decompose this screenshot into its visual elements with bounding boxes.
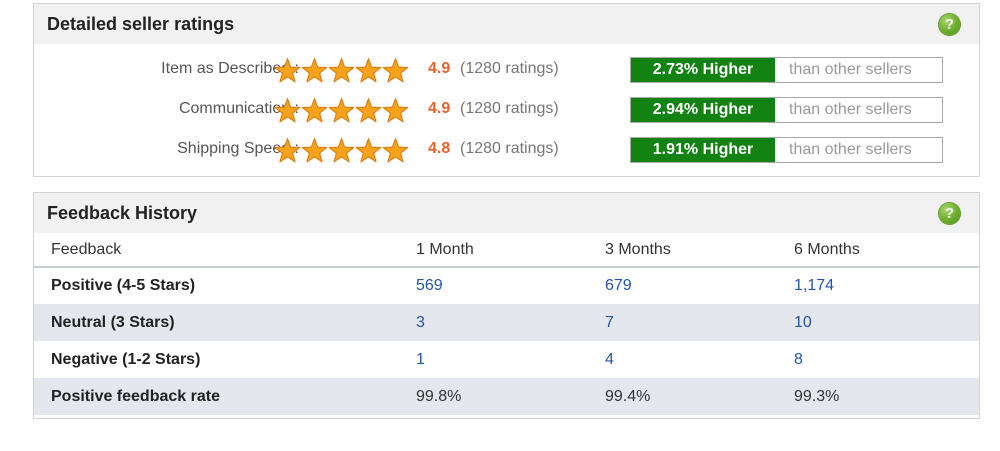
comparison-bar: 2.73% Higher than other sellers — [630, 57, 943, 83]
star-icon — [328, 98, 355, 123]
comparison-badge: 2.73% Higher — [631, 58, 775, 82]
question-help-icon[interactable]: ? — [939, 14, 960, 35]
question-help-icon[interactable]: ? — [939, 203, 960, 224]
feedback-count-link[interactable]: 10 — [794, 314, 812, 331]
comparison-text: than other sellers — [789, 61, 912, 78]
table-row-negative: Negative (1-2 Stars) 1 4 8 — [34, 341, 979, 378]
feedback-rate-value: 99.3% — [794, 387, 840, 405]
star-icon — [355, 138, 382, 163]
feedback-count-link[interactable]: 4 — [605, 351, 614, 368]
comparison-badge: 2.94% Higher — [631, 98, 775, 122]
star-rating — [274, 57, 409, 84]
rating-row-communication: Communication : 4.9 (1280 ratings) 2.94%… — [34, 96, 979, 124]
feedback-count-link[interactable]: 1,174 — [794, 277, 834, 294]
star-icon — [328, 138, 355, 163]
rating-score: 4.9 — [428, 60, 451, 77]
comparison-text: than other sellers — [789, 101, 912, 118]
rating-row-shipping-speed: Shipping Speed : 4.8 (1280 ratings) 1.91… — [34, 136, 979, 164]
comparison-text: than other sellers — [789, 141, 912, 158]
row-label: Positive feedback rate — [34, 378, 416, 415]
column-header-6-months: 6 Months — [794, 233, 979, 268]
rating-count: (1280 ratings) — [460, 140, 559, 157]
rating-score: 4.8 — [428, 140, 451, 157]
comparison-badge: 1.91% Higher — [631, 138, 775, 162]
column-header-feedback: Feedback — [34, 233, 416, 268]
table-header-row: Feedback 1 Month 3 Months 6 Months — [34, 233, 979, 268]
feedback-rate-value: 99.8% — [416, 387, 462, 405]
table-row-neutral: Neutral (3 Stars) 3 7 10 — [34, 304, 979, 341]
star-icon — [382, 138, 409, 163]
star-icon — [382, 98, 409, 123]
column-header-3-months: 3 Months — [605, 233, 794, 268]
seller-ratings-title: Detailed seller ratings — [47, 14, 235, 34]
star-icon — [301, 98, 328, 123]
rating-count: (1280 ratings) — [460, 60, 559, 77]
feedback-history-panel: Feedback History ? Feedback 1 Month 3 Mo… — [33, 192, 980, 419]
feedback-count-link[interactable]: 1 — [416, 351, 425, 368]
table-row-positive: Positive (4-5 Stars) 569 679 1,174 — [34, 267, 979, 304]
star-icon — [355, 98, 382, 123]
rating-score: 4.9 — [428, 100, 451, 117]
comparison-bar: 1.91% Higher than other sellers — [630, 137, 943, 163]
feedback-count-link[interactable]: 8 — [794, 351, 803, 368]
rating-count: (1280 ratings) — [460, 100, 559, 117]
table-row-positive-rate: Positive feedback rate 99.8% 99.4% 99.3% — [34, 378, 979, 415]
rating-row-item-as-described: Item as Described : 4.9 (1280 ratings) 2… — [34, 56, 979, 84]
star-icon — [382, 58, 409, 83]
seller-ratings-panel: Detailed seller ratings ? Item as Descri… — [33, 3, 980, 177]
row-label: Neutral (3 Stars) — [34, 304, 416, 341]
column-header-1-month: 1 Month — [416, 233, 605, 268]
star-icon — [355, 58, 382, 83]
star-icon — [328, 58, 355, 83]
star-icon — [301, 138, 328, 163]
star-rating — [274, 137, 409, 164]
feedback-rate-value: 99.4% — [605, 387, 651, 405]
feedback-history-header: Feedback History ? — [34, 193, 979, 233]
feedback-history-table: Feedback 1 Month 3 Months 6 Months Posit… — [34, 233, 979, 415]
row-label: Positive (4-5 Stars) — [51, 277, 196, 294]
star-icon — [274, 138, 301, 163]
star-rating — [274, 97, 409, 124]
star-icon — [274, 58, 301, 83]
star-icon — [274, 98, 301, 123]
star-icon — [301, 58, 328, 83]
seller-ratings-header: Detailed seller ratings ? — [34, 4, 979, 44]
row-label: Negative (1-2 Stars) — [51, 350, 201, 368]
comparison-bar: 2.94% Higher than other sellers — [630, 97, 943, 123]
feedback-count-link[interactable]: 569 — [416, 277, 443, 294]
feedback-count-link[interactable]: 3 — [416, 314, 425, 331]
feedback-count-link[interactable]: 679 — [605, 277, 632, 294]
feedback-count-link[interactable]: 7 — [605, 314, 614, 331]
feedback-history-title: Feedback History — [47, 203, 198, 223]
